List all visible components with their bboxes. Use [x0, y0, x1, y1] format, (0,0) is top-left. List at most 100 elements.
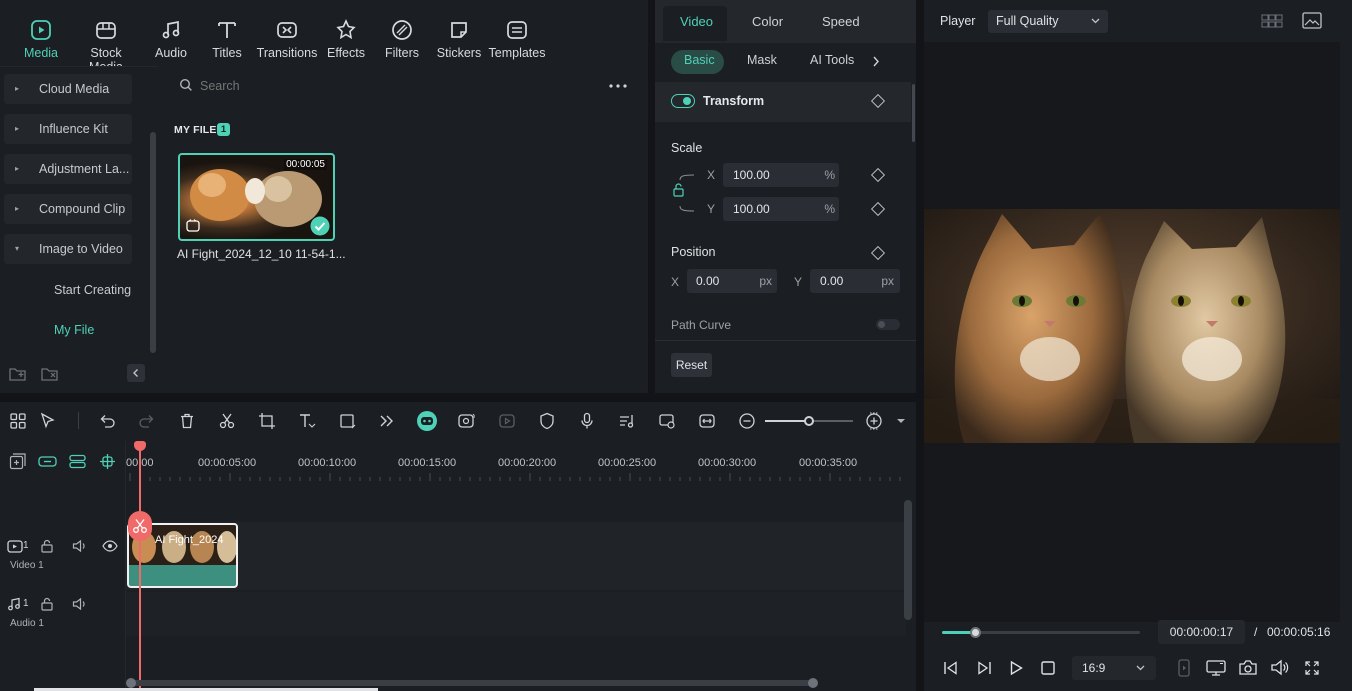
subtab-basic[interactable]: Basic	[684, 53, 715, 67]
lock-track-icon[interactable]	[40, 597, 54, 611]
position-label: Position	[671, 245, 716, 259]
auto-reframe-icon[interactable]	[498, 412, 516, 430]
tab-color[interactable]: Color	[752, 14, 783, 29]
position-x-field[interactable]: 0.00 px	[687, 269, 777, 293]
position-x-unit: px	[759, 274, 772, 288]
more-tools-icon[interactable]	[378, 412, 396, 430]
undo-icon[interactable]	[98, 412, 116, 430]
ai-clip-icon[interactable]	[457, 412, 477, 430]
more-options-button[interactable]	[609, 84, 627, 88]
playback-track[interactable]	[942, 627, 1140, 638]
play-icon[interactable]	[1008, 660, 1024, 676]
grid-view-icon[interactable]	[1261, 13, 1283, 29]
next-frame-icon[interactable]	[976, 660, 992, 676]
scale-y-field[interactable]: 100.00 %	[723, 197, 839, 221]
display-settings-icon[interactable]	[1206, 659, 1226, 677]
stop-icon[interactable]	[1040, 660, 1056, 676]
snapshot-camera-icon[interactable]	[1239, 659, 1257, 676]
screen-record-icon[interactable]	[658, 412, 676, 430]
playhead-line[interactable]	[139, 449, 141, 691]
timeline-vertical-scrollbar[interactable]	[904, 500, 912, 620]
split-marker[interactable]	[128, 511, 152, 541]
subtab-mask[interactable]: Mask	[747, 53, 777, 67]
zoom-in-icon[interactable]	[865, 412, 883, 430]
playback-handle[interactable]	[969, 627, 981, 638]
media-clip-thumbnail[interactable]: 00:00:05	[178, 153, 335, 241]
reset-button[interactable]: Reset	[671, 353, 712, 377]
fullscreen-icon[interactable]	[1304, 660, 1320, 676]
shield-icon[interactable]	[538, 412, 556, 430]
aspect-ratio-dropdown[interactable]: 16:9	[1072, 656, 1156, 680]
sidebar-subitem-my-file[interactable]: My File	[54, 323, 94, 337]
layout-grid-icon[interactable]	[9, 412, 27, 430]
audio-track-lane[interactable]	[126, 592, 906, 636]
video-track-lane[interactable]	[126, 522, 906, 590]
sidebar-item-adjustment-layer[interactable]: ▸ Adjustment La...	[4, 154, 132, 184]
image-icon[interactable]	[1302, 12, 1322, 29]
sidebar-item-cloud-media[interactable]: ▸ Cloud Media	[4, 74, 132, 104]
eye-visibility-icon[interactable]	[102, 540, 118, 552]
tab-transitions[interactable]: Transitions	[254, 8, 320, 60]
new-folder-icon[interactable]	[9, 366, 26, 381]
chevron-down-icon	[1091, 18, 1100, 24]
zoom-out-icon[interactable]	[738, 412, 756, 430]
sidebar-subitem-start-creating[interactable]: Start Creating	[54, 283, 131, 297]
sidebar-item-influence-kit[interactable]: ▸ Influence Kit	[4, 114, 132, 144]
add-track-icon[interactable]	[9, 453, 26, 470]
link-clips-icon[interactable]	[38, 454, 57, 469]
ruler-label: 00:00:05:00	[198, 457, 257, 469]
redo-icon[interactable]	[138, 412, 156, 430]
delete-icon[interactable]	[178, 412, 196, 430]
transform-toggle[interactable]	[671, 94, 695, 108]
volume-icon[interactable]	[1270, 659, 1289, 676]
timeline-horizontal-scrollbar[interactable]	[126, 678, 818, 688]
delete-folder-icon[interactable]	[41, 366, 58, 381]
lock-ratio-icon[interactable]	[672, 171, 696, 215]
previous-frame-icon[interactable]	[943, 660, 959, 676]
fit-timeline-icon[interactable]	[698, 412, 716, 430]
tab-stickers[interactable]: Stickers	[426, 8, 492, 60]
audio-mix-icon[interactable]	[618, 412, 636, 430]
collapse-sidebar-button[interactable]	[127, 364, 145, 382]
microphone-icon[interactable]	[578, 412, 596, 430]
audio-track-number: 1	[23, 598, 29, 609]
chevron-right-icon[interactable]	[871, 55, 881, 68]
current-time[interactable]: 00:00:00:17	[1158, 620, 1245, 644]
tab-video[interactable]: Video	[680, 14, 713, 29]
magnetic-track-icon[interactable]	[68, 454, 87, 469]
mute-track-icon[interactable]	[72, 597, 88, 611]
subtab-ai-tools[interactable]: AI Tools	[810, 53, 854, 67]
render-preview-icon[interactable]	[1176, 659, 1192, 677]
effects-icon	[336, 19, 356, 40]
search-input[interactable]	[200, 76, 580, 96]
aspect-ratio-value: 16:9	[1082, 661, 1106, 675]
tab-media[interactable]: Media	[8, 8, 74, 60]
zoom-slider-handle[interactable]	[804, 416, 814, 426]
sidebar-scrollbar[interactable]	[150, 132, 156, 353]
scale-x-field[interactable]: 100.00 %	[723, 163, 839, 187]
ai-assistant-icon[interactable]	[416, 410, 438, 432]
property-scrollbar[interactable]	[912, 84, 915, 142]
position-y-field[interactable]: 0.00 px	[810, 269, 900, 293]
scale-y-label: Y	[707, 202, 716, 216]
clip-duration: 00:00:05	[284, 159, 327, 170]
sidebar-item-image-to-video[interactable]: ▾ Image to Video	[4, 234, 132, 264]
shape-rectangle-icon[interactable]	[339, 412, 357, 430]
text-icon[interactable]	[298, 412, 316, 430]
zoom-slider[interactable]	[765, 416, 853, 426]
mute-track-icon[interactable]	[72, 539, 88, 553]
snap-icon[interactable]	[99, 453, 116, 470]
lock-track-icon[interactable]	[40, 539, 54, 553]
tab-templates[interactable]: Templates	[484, 8, 550, 60]
caret-down-icon[interactable]	[897, 418, 905, 424]
select-cursor-icon[interactable]	[39, 412, 57, 430]
split-scissors-icon[interactable]	[218, 412, 236, 430]
quality-dropdown[interactable]: Full Quality	[988, 10, 1108, 33]
tab-speed[interactable]: Speed	[822, 14, 860, 29]
tab-titles[interactable]: Titles	[194, 8, 260, 60]
position-x-label: X	[671, 275, 680, 289]
path-curve-toggle[interactable]	[876, 319, 900, 330]
sidebar-item-compound-clip[interactable]: ▸ Compound Clip	[4, 194, 132, 224]
tab-stock-media[interactable]: Stock Media	[73, 8, 139, 74]
crop-icon[interactable]	[258, 412, 276, 430]
